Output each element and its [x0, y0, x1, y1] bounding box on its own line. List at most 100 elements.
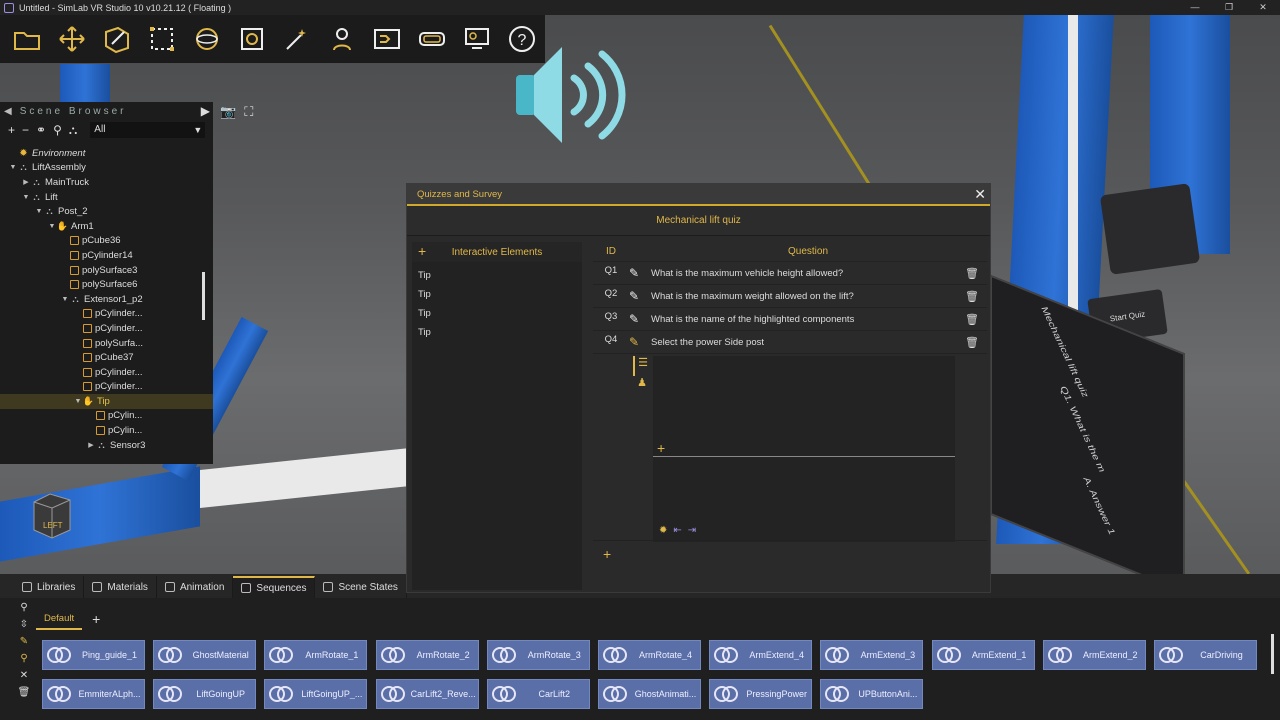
tree-item[interactable]: ▼ ⛬ Post_2 [0, 204, 213, 219]
sequence-item[interactable]: LiftGoingUP [153, 679, 257, 709]
sequence-item[interactable]: LiftGoingUP_... [264, 679, 368, 709]
tree-item[interactable]: ✹ Environment [0, 146, 213, 161]
minimize-button[interactable]: — [1178, 0, 1212, 15]
chevron-down-icon[interactable]: ▼ [73, 398, 83, 405]
tree-item[interactable]: pCylinder... [0, 321, 213, 336]
delete-question-icon[interactable]: 🗑 [965, 336, 979, 349]
edit-button[interactable] [94, 17, 139, 61]
selection-box-button[interactable] [139, 17, 184, 61]
add-question-button[interactable]: + [603, 546, 611, 562]
open-folder-button[interactable] [4, 17, 49, 61]
pin-icon[interactable]: ⚲ [20, 653, 27, 664]
tab-sequences[interactable]: Sequences [233, 576, 316, 598]
tree-item[interactable]: pCylin... [0, 409, 213, 424]
collapse-left-icon[interactable]: ◀ [4, 106, 15, 117]
sequence-item[interactable]: PressingPower [709, 679, 813, 709]
sequence-item[interactable]: ArmRotate_3 [486, 640, 590, 670]
tree-item[interactable]: ▼ ⛬ Lift [0, 190, 213, 205]
interactive-element-item[interactable]: Tip [412, 266, 582, 285]
list-options-icon[interactable]: ☰ [633, 356, 651, 376]
tree-item[interactable]: polySurface6 [0, 277, 213, 292]
presentation-button[interactable] [454, 17, 499, 61]
settings-icon[interactable]: ✹ [659, 525, 667, 536]
add-option-button[interactable]: + [657, 440, 665, 456]
tree-item[interactable]: pCube37 [0, 350, 213, 365]
user-answer-icon[interactable]: ♟ [633, 376, 651, 396]
delete-question-icon[interactable]: 🗑 [965, 290, 979, 303]
tree-item[interactable]: pCylinder... [0, 307, 213, 322]
tree-item[interactable]: polySurface3 [0, 263, 213, 278]
answer-options-area[interactable]: + ✹ ⇤ ⇥ [653, 356, 955, 542]
edit-question-icon[interactable]: ✎ [629, 335, 643, 349]
sequence-item[interactable]: ArmExtend_3 [820, 640, 924, 670]
media-button[interactable] [229, 17, 274, 61]
chevron-down-icon[interactable]: ▼ [34, 208, 44, 215]
tree-item[interactable]: ▼ ⛬ LiftAssembly [0, 161, 213, 176]
sequence-item[interactable]: GhostAnimati... [598, 679, 701, 709]
group-icon[interactable]: ⛬ [69, 123, 77, 138]
search-icon[interactable]: ⚲ [20, 602, 27, 613]
add-icon[interactable]: + [8, 123, 15, 137]
sequence-scrollbar[interactable] [1271, 634, 1274, 674]
remove-icon[interactable]: − [22, 123, 29, 137]
sequence-item[interactable]: CarDriving [1154, 640, 1257, 670]
delete-question-icon[interactable]: 🗑 [965, 313, 979, 326]
tree-item[interactable]: pCube36 [0, 234, 213, 249]
search-icon[interactable]: ⚲ [53, 123, 62, 137]
chevron-down-icon[interactable]: ▼ [47, 223, 57, 230]
tree-item[interactable]: pCylinder... [0, 380, 213, 395]
chevron-right-icon[interactable]: ▶ [86, 441, 96, 449]
help-button[interactable]: ? [499, 17, 544, 61]
tree-item[interactable]: ▼ ✋ Arm1 [0, 219, 213, 234]
tab-animation[interactable]: Animation [157, 576, 234, 598]
scene-filter-select[interactable]: All [90, 122, 206, 138]
interactive-element-item[interactable]: Tip [412, 323, 582, 342]
globe-button[interactable] [184, 17, 229, 61]
maximize-button[interactable]: ❐ [1212, 0, 1246, 15]
trash-icon[interactable]: 🗑 [18, 687, 31, 698]
question-row[interactable]: Q2 ✎ What is the maximum weight allowed on… [593, 285, 987, 308]
sequence-item[interactable]: ArmRotate_4 [598, 640, 701, 670]
sequence-item[interactable]: CarLift2 [486, 679, 590, 709]
sequence-item[interactable]: ArmRotate_1 [264, 640, 368, 670]
close-window-button[interactable]: ✕ [1246, 0, 1280, 15]
tab-default[interactable]: Default [36, 608, 83, 630]
edit-question-icon[interactable]: ✎ [629, 312, 643, 326]
quiz-name[interactable]: Mechanical lift quiz [407, 206, 990, 236]
sequence-item[interactable]: ArmExtend_2 [1042, 640, 1146, 670]
tree-item[interactable]: pCylinder... [0, 365, 213, 380]
nav-cube[interactable]: LEFT [30, 490, 74, 542]
question-row[interactable]: Q4 ✎ Select the power Side post 🗑 [593, 331, 987, 354]
sequence-item[interactable]: ArmExtend_4 [709, 640, 813, 670]
magic-wand-button[interactable] [274, 17, 319, 61]
chevron-right-icon[interactable]: ▶ [21, 178, 31, 186]
close-dialog-icon[interactable]: ✕ [974, 184, 986, 204]
sequence-item[interactable]: Ping_guide_1 [42, 640, 145, 670]
tab-materials[interactable]: Materials [84, 576, 157, 598]
sequence-item[interactable]: EmmiterALph... [42, 679, 145, 709]
tree-item[interactable]: ▶ ⛬ MainTruck [0, 175, 213, 190]
sequence-item[interactable]: CarLift2_Reve... [375, 679, 479, 709]
add-element-button[interactable]: + [418, 242, 426, 260]
camera-icon[interactable]: 📷 [220, 104, 236, 120]
editor-scrollbar[interactable] [955, 356, 981, 542]
question-row[interactable]: Q1 ✎ What is the maximum vehicle height al… [593, 262, 987, 285]
link-icon[interactable]: ⚭ [36, 123, 46, 137]
close-icon[interactable]: ✕ [20, 670, 28, 681]
move-left-icon[interactable]: ⇤ [673, 525, 681, 536]
tree-item[interactable]: ▶ ⛬ Sensor3 [0, 438, 213, 453]
chevron-down-icon[interactable]: ▼ [21, 194, 31, 201]
add-group-button[interactable]: + [92, 611, 100, 627]
tree-item[interactable]: polySurfa... [0, 336, 213, 351]
tree-item[interactable]: ▼ ✋ Tip [0, 394, 213, 409]
expand-icon[interactable]: ⇳ [20, 619, 28, 630]
vr-headset-button[interactable] [409, 17, 454, 61]
fit-view-icon[interactable]: ⛶ [244, 104, 253, 120]
user-button[interactable] [319, 17, 364, 61]
edit-icon[interactable]: ✎ [20, 636, 28, 647]
sequence-item[interactable]: GhostMaterial [153, 640, 257, 670]
chevron-down-icon[interactable]: ▼ [8, 164, 18, 171]
expand-right-icon[interactable]: ▶ [201, 104, 213, 118]
tree-item[interactable]: ▼ ⛬ Extensor1_p2 [0, 292, 213, 307]
tab-libraries[interactable]: Libraries [14, 576, 85, 598]
